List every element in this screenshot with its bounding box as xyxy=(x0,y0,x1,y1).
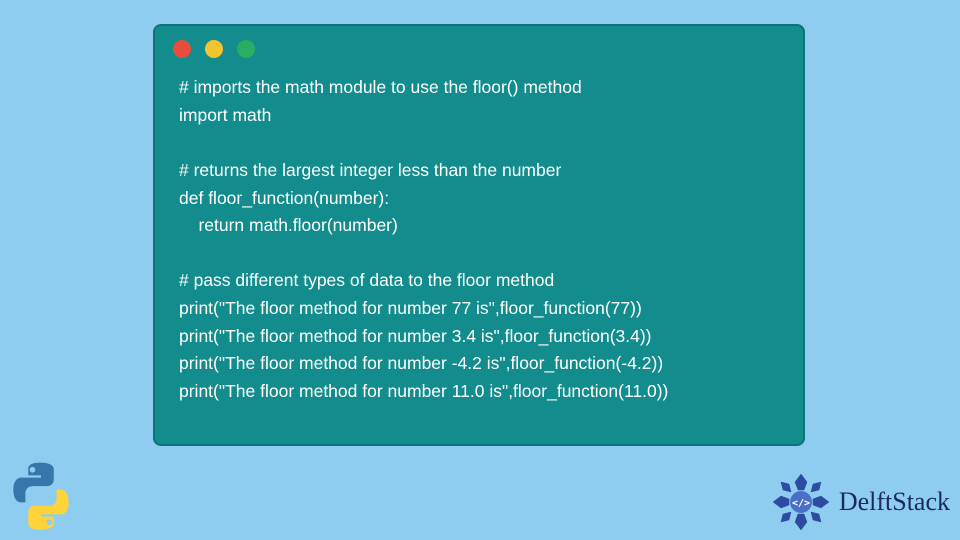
minimize-dot-icon xyxy=(205,40,223,58)
maximize-dot-icon xyxy=(237,40,255,58)
code-content: # imports the math module to use the flo… xyxy=(155,58,803,422)
delft-brand: </> DelftStack xyxy=(769,470,950,534)
brand-name: DelftStack xyxy=(839,487,950,517)
window-controls xyxy=(155,26,803,58)
svg-text:</>: </> xyxy=(792,498,810,509)
code-window: # imports the math module to use the flo… xyxy=(155,26,803,444)
delft-logo-icon: </> xyxy=(769,470,833,534)
close-dot-icon xyxy=(173,40,191,58)
python-logo-icon xyxy=(2,457,80,540)
